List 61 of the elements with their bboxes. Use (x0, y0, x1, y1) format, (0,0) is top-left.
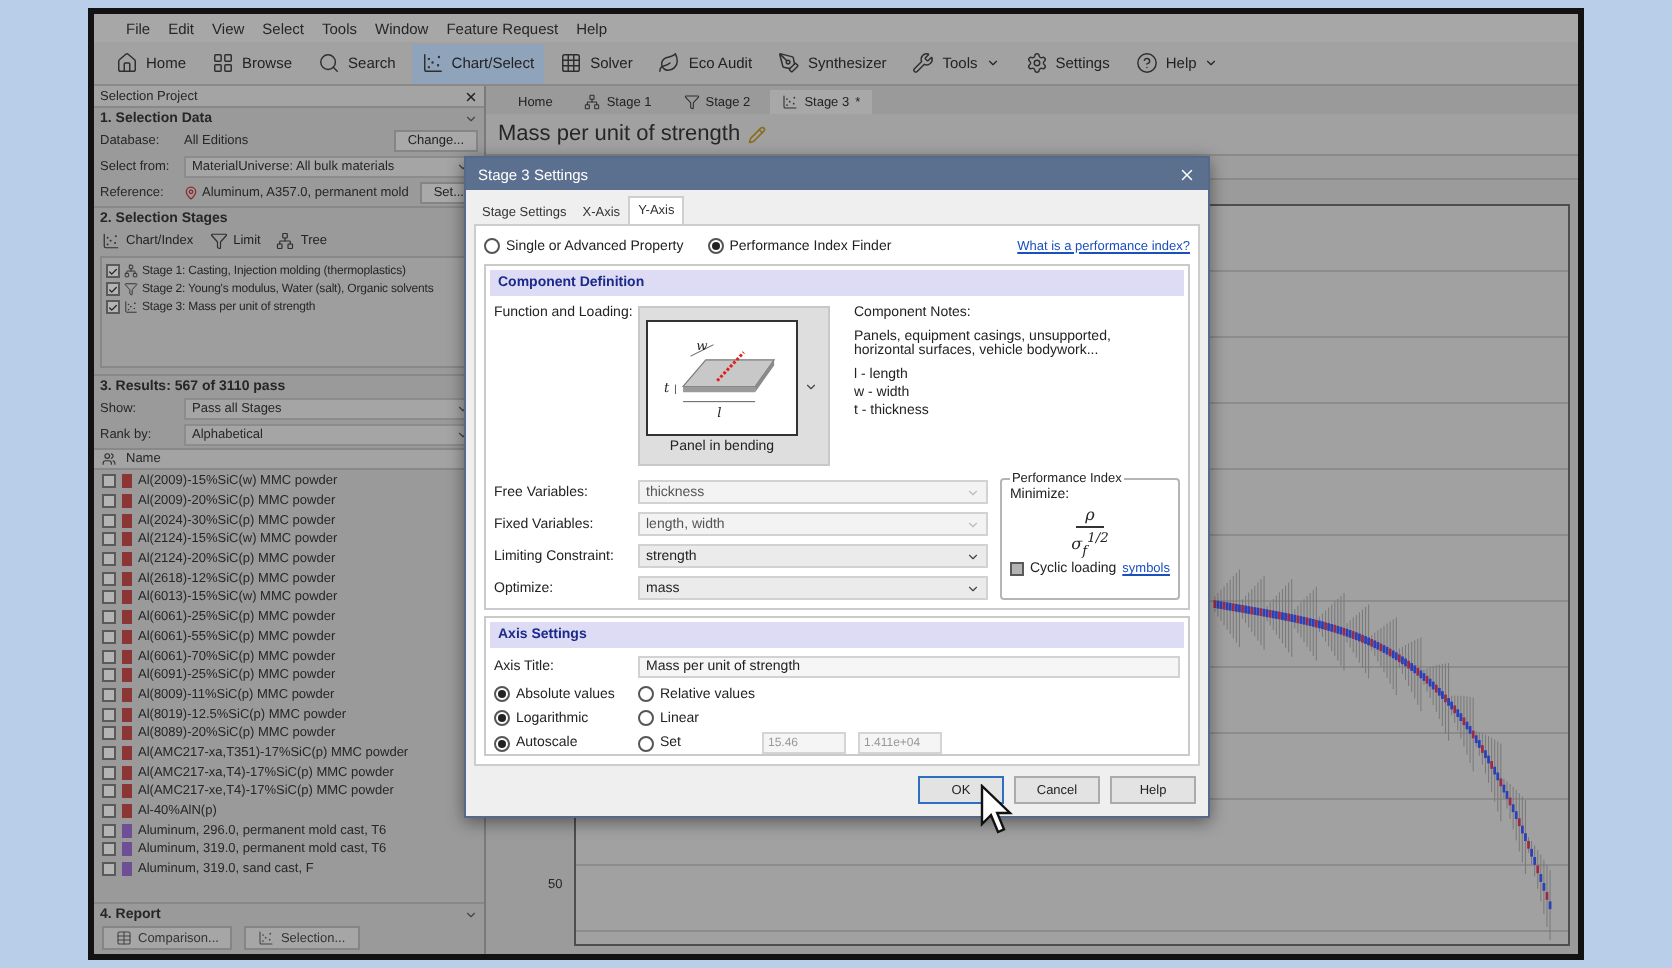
filter-icon (683, 94, 700, 110)
checkbox[interactable] (102, 629, 116, 644)
checkbox[interactable] (102, 668, 116, 683)
filter-icon (209, 232, 228, 250)
checkbox[interactable] (1009, 562, 1024, 577)
checkbox[interactable] (102, 513, 116, 528)
grid-icon (212, 52, 235, 74)
caret-icon (804, 379, 818, 393)
table-icon (116, 930, 132, 946)
checkbox[interactable] (102, 590, 116, 605)
checkbox[interactable] (102, 726, 116, 741)
checkbox[interactable] (106, 300, 120, 314)
house-icon (116, 52, 138, 74)
page-title: Mass per unit of strength (498, 122, 741, 146)
close-icon[interactable] (464, 89, 478, 103)
caret-icon (965, 581, 980, 595)
checkbox[interactable] (102, 687, 116, 702)
caret-icon (464, 907, 478, 921)
checkbox[interactable] (102, 532, 116, 547)
tree-icon (584, 94, 601, 110)
checkbox[interactable] (102, 823, 116, 838)
checkbox[interactable] (106, 264, 120, 278)
checkbox[interactable] (102, 494, 116, 509)
checkbox[interactable] (102, 784, 116, 799)
scatter-chart-icon (102, 232, 120, 250)
search-icon (318, 52, 341, 74)
pin-icon (184, 186, 198, 200)
scatter-chart-icon (124, 300, 138, 314)
checkbox[interactable] (102, 842, 116, 857)
formula-numerator: ρ (1085, 506, 1095, 524)
checkbox[interactable] (102, 804, 116, 819)
checkbox[interactable] (102, 571, 116, 586)
checkbox[interactable] (102, 765, 116, 780)
checkbox[interactable] (102, 862, 116, 877)
leaf-icon (658, 52, 681, 74)
checkbox[interactable] (102, 707, 116, 722)
pencil-icon[interactable] (748, 125, 767, 143)
wrench-icon (912, 52, 935, 74)
tree-icon (124, 264, 138, 278)
pen-icon (778, 52, 801, 74)
scatter-chart-icon (782, 94, 799, 110)
tree-icon (276, 232, 295, 250)
scatter-chart-icon (258, 930, 275, 946)
caret-icon (965, 485, 980, 499)
scatter-chart-icon (421, 52, 444, 74)
checkbox[interactable] (102, 552, 116, 567)
settings-icon (1025, 52, 1048, 74)
checkbox[interactable] (102, 745, 116, 760)
help-icon (1135, 52, 1158, 74)
grid-icon (560, 52, 583, 74)
caret-icon (965, 517, 980, 531)
checkbox[interactable] (102, 649, 116, 664)
checkbox[interactable] (102, 610, 116, 625)
panel-drawing (675, 343, 776, 402)
checkbox[interactable] (106, 282, 120, 296)
filter-icon (124, 282, 138, 296)
cursor-icon (980, 784, 1013, 834)
checkbox[interactable] (102, 474, 116, 489)
people-icon (102, 452, 116, 466)
caret-icon (464, 111, 478, 125)
caret-icon (965, 549, 980, 563)
